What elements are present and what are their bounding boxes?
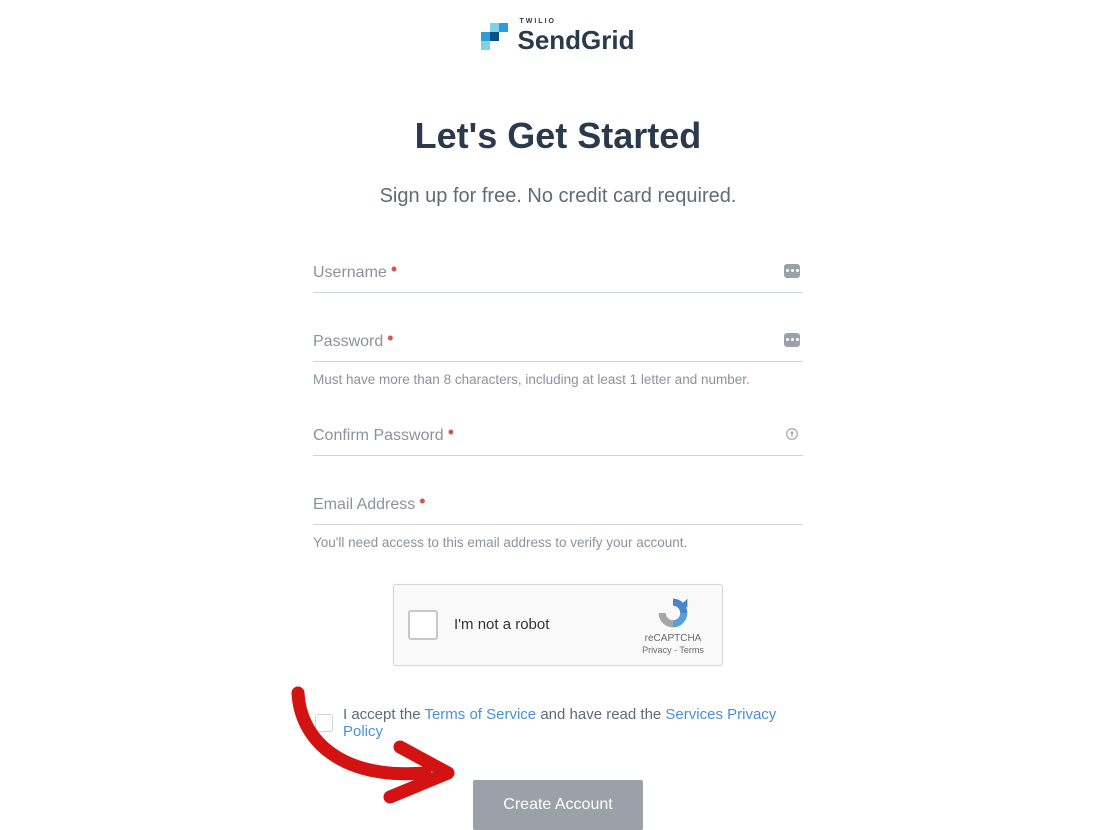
password-manager-icon[interactable] [783,331,801,349]
submit-wrap: Create Account [313,780,803,830]
recaptcha-widget: I'm not a robot reCAPTCHA Privacy - Term… [393,584,723,666]
confirm-password-input[interactable] [313,421,803,456]
recaptcha-terms-link[interactable]: Terms [679,645,704,655]
recaptcha-privacy-link[interactable]: Privacy [642,645,672,655]
terms-prefix: I accept the [343,706,424,723]
password-manager-icon[interactable] [783,262,801,280]
terms-row: I accept the Terms of Service and have r… [313,706,803,740]
email-input[interactable] [313,490,803,525]
page-heading: Let's Get Started [158,115,958,157]
terms-middle: and have read the [536,706,665,723]
email-field-wrap: Email Address• [313,490,803,525]
recaptcha-checkbox[interactable] [408,610,438,640]
username-input[interactable] [313,258,803,293]
logo-small-text: TWILIO [519,18,556,25]
terms-text: I accept the Terms of Service and have r… [343,706,803,740]
password-field-wrap: Password• [313,327,803,362]
recaptcha-brand: reCAPTCHA Privacy - Terms [638,595,708,655]
sendgrid-logo-icon [481,22,509,50]
email-helper: You'll need access to this email address… [313,535,803,550]
sendgrid-logo: TWILIO SendGrid [481,18,634,53]
signup-form-container: TWILIO SendGrid Let's Get Started Sign u… [158,0,958,830]
confirm-password-field-wrap: Confirm Password• [313,421,803,456]
recaptcha-links: Privacy - Terms [638,645,708,655]
lock-icon [783,425,801,443]
logo-area: TWILIO SendGrid [158,18,958,55]
logo-main-text: SendGrid [517,27,634,53]
recaptcha-label: I'm not a robot [454,616,638,633]
terms-checkbox[interactable] [315,714,333,732]
signup-form: Username• Password• Must have more than … [313,258,803,830]
password-helper: Must have more than 8 characters, includ… [313,372,803,387]
recaptcha-logo-icon [655,595,691,631]
password-input[interactable] [313,327,803,362]
terms-of-service-link[interactable]: Terms of Service [424,706,536,723]
username-field-wrap: Username• [313,258,803,293]
create-account-button[interactable]: Create Account [473,780,642,830]
recaptcha-brand-text: reCAPTCHA [638,633,708,644]
page-subheading: Sign up for free. No credit card require… [158,185,958,208]
